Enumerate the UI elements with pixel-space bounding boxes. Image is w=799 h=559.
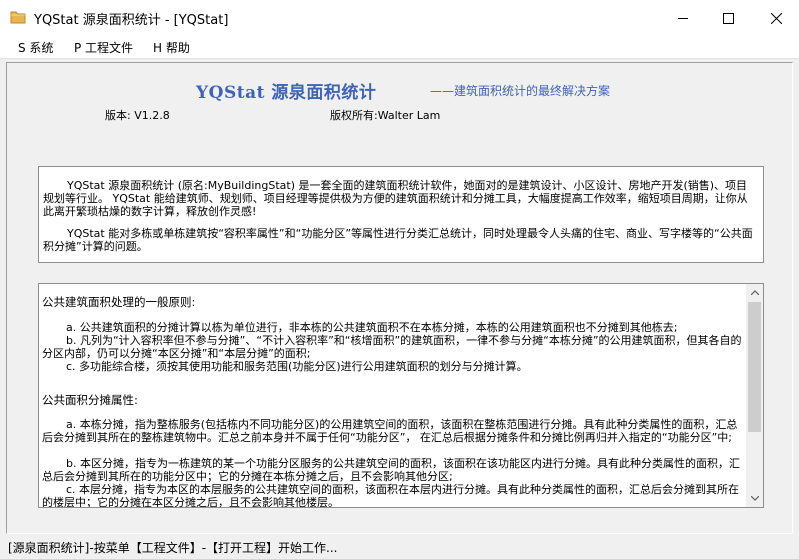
status-text: [源泉面积统计]-按菜单【工程文件】-【打开工程】开始工作... bbox=[8, 541, 338, 555]
rule-line: c. 本层分摊，指专为本区的本层服务的公共建筑空间的面积，该面积在本层内进行分摊… bbox=[42, 483, 740, 508]
menu-help[interactable]: H 帮助 bbox=[153, 39, 190, 56]
minimize-button[interactable] bbox=[660, 0, 706, 36]
intro-paragraph: YQStat 源泉面积统计 (原名:MyBuildingStat) 是一套全面的… bbox=[43, 179, 748, 218]
chevron-up-icon bbox=[750, 290, 759, 295]
app-title: YQStat 源泉面积统计 bbox=[196, 83, 377, 103]
intro-paragraph: YQStat 能对多栋或单栋建筑按“容积率属性”和“功能分区”等属性进行分类汇总… bbox=[43, 227, 753, 253]
menu-bar: S 系统 P 工程文件 H 帮助 bbox=[0, 36, 799, 59]
rule-line: a. 本栋分摊，指为整栋服务(包括栋内不同功能分区)的公用建筑空间的面积，该面积… bbox=[42, 418, 738, 444]
rules-heading: 公共建筑面积处理的一般原则: bbox=[42, 295, 196, 309]
status-bar: [源泉面积统计]-按菜单【工程文件】-【打开工程】开始工作... bbox=[0, 536, 799, 559]
rule-line: b. 凡列为“计入容积率但不参与分摊”、“不计入容积率”和“核增面积”的建筑面积… bbox=[42, 334, 742, 360]
copyright-label: 版权所有:Walter Lam bbox=[330, 109, 441, 122]
scroll-thumb[interactable] bbox=[748, 302, 761, 432]
chevron-down-icon bbox=[750, 496, 759, 501]
rules-textbox[interactable]: 公共建筑面积处理的一般原则: a. 公共建筑面积的分摊计算以栋为单位进行，非本栋… bbox=[38, 283, 764, 508]
scroll-down-button[interactable] bbox=[746, 490, 763, 507]
intro-textbox[interactable]: YQStat 源泉面积统计 (原名:MyBuildingStat) 是一套全面的… bbox=[38, 166, 764, 263]
rules-heading: 公共面积分摊属性: bbox=[42, 393, 138, 407]
app-slogan: ——建筑面积统计的最终解决方案 bbox=[430, 84, 611, 98]
window-title: YQStat 源泉面积统计 - [YQStat] bbox=[34, 13, 229, 28]
maximize-icon bbox=[722, 12, 734, 24]
rule-line: a. 公共建筑面积的分摊计算以栋为单位进行，非本栋的公共建筑面积不在本栋分摊，本… bbox=[66, 321, 678, 334]
title-bar[interactable]: YQStat 源泉面积统计 - [YQStat] bbox=[0, 0, 799, 36]
close-button[interactable] bbox=[753, 0, 799, 36]
version-label: 版本: V1.2.8 bbox=[105, 109, 170, 122]
menu-project-file[interactable]: P 工程文件 bbox=[74, 39, 133, 56]
rule-line: b. 本区分摊，指专为一栋建筑的某一个功能分区服务的公共建筑空间的面积，该面积在… bbox=[42, 457, 740, 483]
maximize-button[interactable] bbox=[705, 0, 751, 36]
vertical-scrollbar[interactable] bbox=[746, 284, 763, 507]
folder-icon bbox=[10, 10, 26, 24]
minimize-icon bbox=[677, 17, 688, 19]
menu-system[interactable]: S 系统 bbox=[18, 39, 53, 56]
scroll-up-button[interactable] bbox=[746, 284, 763, 301]
rule-line: c. 多功能综合楼，须按其使用功能和服务范围(功能分区)进行公用建筑面积的划分与… bbox=[66, 360, 528, 373]
close-icon bbox=[770, 12, 782, 24]
